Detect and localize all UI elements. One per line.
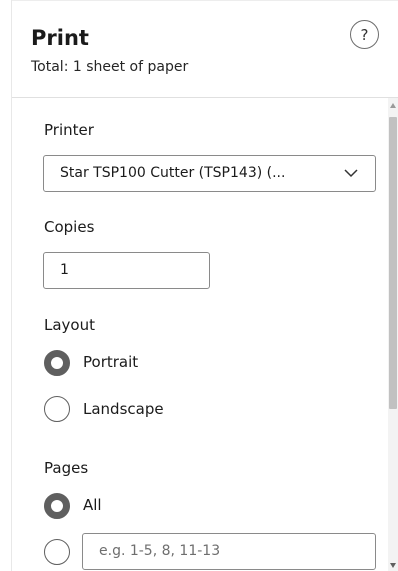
page-title: Print [31, 26, 89, 50]
scrollbar-thumb[interactable] [389, 117, 397, 409]
scroll-up-arrow-icon[interactable] [390, 103, 396, 108]
layout-label: Layout [44, 316, 95, 334]
all-pages-radio[interactable] [44, 493, 70, 519]
copies-label: Copies [44, 218, 95, 236]
landscape-label[interactable]: Landscape [83, 400, 164, 418]
copies-input[interactable]: 1 [43, 252, 210, 289]
custom-range-radio[interactable] [44, 539, 70, 565]
page-range-placeholder: e.g. 1-5, 8, 11-13 [99, 543, 221, 559]
help-button[interactable]: ? [350, 20, 379, 49]
printer-selected-value: Star TSP100 Cutter (TSP143) (... [60, 165, 286, 181]
copies-value: 1 [60, 262, 69, 278]
page-range-input[interactable]: e.g. 1-5, 8, 11-13 [82, 533, 376, 570]
scroll-down-arrow-icon[interactable] [390, 563, 396, 568]
printer-label: Printer [44, 121, 94, 139]
chevron-down-icon [344, 169, 358, 178]
question-mark-icon: ? [360, 25, 369, 44]
scrollbar[interactable] [388, 98, 398, 571]
portrait-label[interactable]: Portrait [83, 353, 138, 371]
print-panel: Print Total: 1 sheet of paper ? Printer … [0, 0, 398, 571]
all-pages-label[interactable]: All [83, 496, 102, 514]
landscape-radio[interactable] [44, 396, 70, 422]
printer-select[interactable]: Star TSP100 Cutter (TSP143) (... [43, 155, 376, 192]
sheet-count: Total: 1 sheet of paper [31, 59, 189, 75]
pages-label: Pages [44, 459, 89, 477]
portrait-radio[interactable] [44, 350, 70, 376]
